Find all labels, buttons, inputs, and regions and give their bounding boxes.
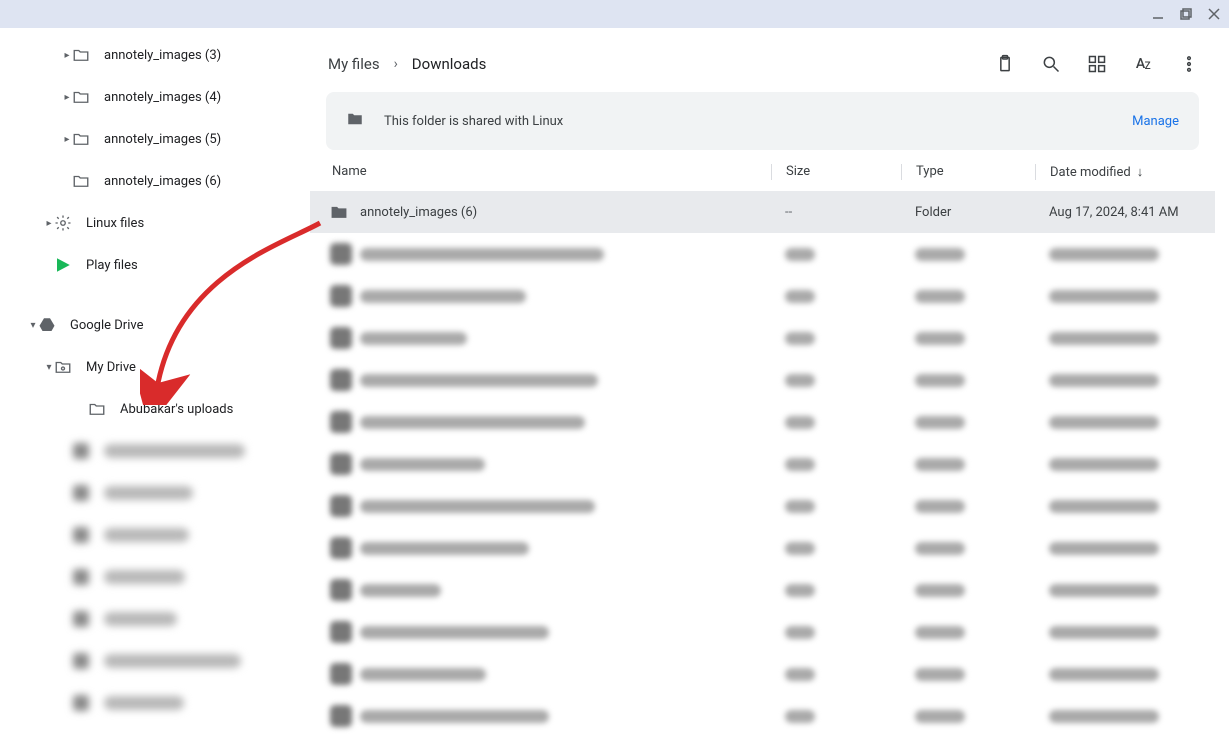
sidebar-item-label: Abubakar's uploads: [120, 402, 233, 417]
column-header-type[interactable]: Type: [901, 164, 1035, 180]
folder-icon: [330, 203, 360, 221]
more-options-icon[interactable]: [1179, 54, 1199, 74]
breadcrumb: My files › Downloads: [328, 55, 486, 73]
folder-icon: [72, 130, 90, 148]
window-titlebar: [0, 0, 1229, 28]
drive-icon: [38, 316, 56, 334]
sidebar-item-label: annotely_images (4): [104, 90, 221, 105]
toolbar: My files › Downloads AZ: [310, 42, 1215, 84]
table-row-blurred: [310, 317, 1215, 359]
table-row-blurred: [310, 275, 1215, 317]
sidebar-item-play-files[interactable]: Play files: [0, 244, 310, 286]
expand-toggle-icon[interactable]: ▾: [28, 320, 38, 331]
clipboard-icon[interactable]: [995, 54, 1015, 74]
column-header-name[interactable]: Name: [330, 164, 771, 180]
column-header-date[interactable]: Date modified ↓: [1035, 164, 1195, 180]
sidebar-item-label: annotely_images (3): [104, 48, 221, 63]
table-row-blurred: [310, 485, 1215, 527]
manage-link[interactable]: Manage: [1132, 114, 1179, 129]
sidebar-item-label: Linux files: [86, 216, 144, 231]
folder-icon: [72, 172, 90, 190]
sidebar-item-blurred: [0, 556, 310, 598]
file-size: --: [771, 205, 901, 220]
linux-share-banner: This folder is shared with Linux Manage: [326, 92, 1199, 150]
file-panel: My files › Downloads AZ: [310, 42, 1215, 750]
file-type: Folder: [901, 205, 1035, 220]
file-date: Aug 17, 2024, 8:41 AM: [1035, 205, 1195, 220]
sort-descending-icon: ↓: [1137, 164, 1144, 180]
expand-toggle-icon[interactable]: ▸: [62, 134, 72, 145]
table-row[interactable]: annotely_images (6)--FolderAug 17, 2024,…: [310, 191, 1215, 233]
sidebar-item-label: My Drive: [86, 360, 136, 375]
table-row-blurred: [310, 611, 1215, 653]
grid-view-icon[interactable]: [1087, 54, 1107, 74]
table-row-blurred: [310, 359, 1215, 401]
table-row-blurred: [310, 233, 1215, 275]
table-row-blurred: [310, 401, 1215, 443]
expand-toggle-icon[interactable]: ▸: [44, 218, 54, 229]
sidebar-item-my-drive[interactable]: ▾ My Drive: [0, 346, 310, 388]
sidebar-item-annotely-images-5-[interactable]: ▸ annotely_images (5): [0, 118, 310, 160]
sidebar-item-blurred: [0, 640, 310, 682]
sort-az-button[interactable]: AZ: [1133, 54, 1153, 74]
sidebar-item-annotely-images-6-[interactable]: annotely_images (6): [0, 160, 310, 202]
sidebar-item-label: Google Drive: [70, 318, 143, 333]
file-name: annotely_images (6): [360, 205, 771, 220]
mydrive-icon: [54, 358, 72, 376]
main-area: My files › Downloads AZ: [310, 28, 1229, 750]
sidebar-item-annotely-images-4-[interactable]: ▸ annotely_images (4): [0, 76, 310, 118]
window-close-button[interactable]: [1207, 7, 1221, 21]
sidebar-item-google-drive[interactable]: ▾ Google Drive: [0, 304, 310, 346]
sidebar-item-label: Play files: [86, 258, 138, 273]
sidebar-item-label: annotely_images (6): [104, 174, 221, 189]
linux-icon: [54, 214, 72, 232]
breadcrumb-current: Downloads: [412, 55, 487, 73]
banner-text: This folder is shared with Linux: [384, 114, 563, 129]
sidebar-item-blurred: [0, 682, 310, 724]
table-row-blurred: [310, 443, 1215, 485]
table-row-blurred: [310, 569, 1215, 611]
table-row-blurred: [310, 527, 1215, 569]
sidebar-item-linux-files[interactable]: ▸ Linux files: [0, 202, 310, 244]
window-minimize-button[interactable]: [1151, 7, 1165, 21]
play-icon: [54, 256, 72, 274]
breadcrumb-root[interactable]: My files: [328, 55, 380, 73]
sidebar-item-blurred: [0, 472, 310, 514]
sidebar-item-blurred: [0, 514, 310, 556]
table-row-blurred: [310, 653, 1215, 695]
sidebar-item-blurred: [0, 430, 310, 472]
table-row-blurred: [310, 695, 1215, 737]
column-headers: Name Size Type Date modified ↓: [310, 150, 1215, 191]
folder-icon: [88, 400, 106, 418]
expand-toggle-icon[interactable]: ▸: [62, 50, 72, 61]
column-header-size[interactable]: Size: [771, 164, 901, 180]
folder-icon: [72, 46, 90, 64]
sidebar-item-annotely-images-3-[interactable]: ▸ annotely_images (3): [0, 34, 310, 76]
sidebar-item-label: annotely_images (5): [104, 132, 221, 147]
sidebar: ▸ annotely_images (3) ▸ annotely_images (4)…: [0, 28, 310, 750]
file-list: annotely_images (6)--FolderAug 17, 2024,…: [310, 191, 1215, 737]
expand-toggle-icon[interactable]: ▾: [44, 362, 54, 373]
sidebar-item-blurred: [0, 598, 310, 640]
expand-toggle-icon[interactable]: ▸: [62, 92, 72, 103]
window-maximize-button[interactable]: [1179, 7, 1193, 21]
shared-folder-icon: [346, 110, 364, 132]
chevron-right-icon: ›: [394, 56, 398, 72]
sidebar-item-abubakar-s-uploads[interactable]: Abubakar's uploads: [0, 388, 310, 430]
folder-icon: [72, 88, 90, 106]
search-icon[interactable]: [1041, 54, 1061, 74]
